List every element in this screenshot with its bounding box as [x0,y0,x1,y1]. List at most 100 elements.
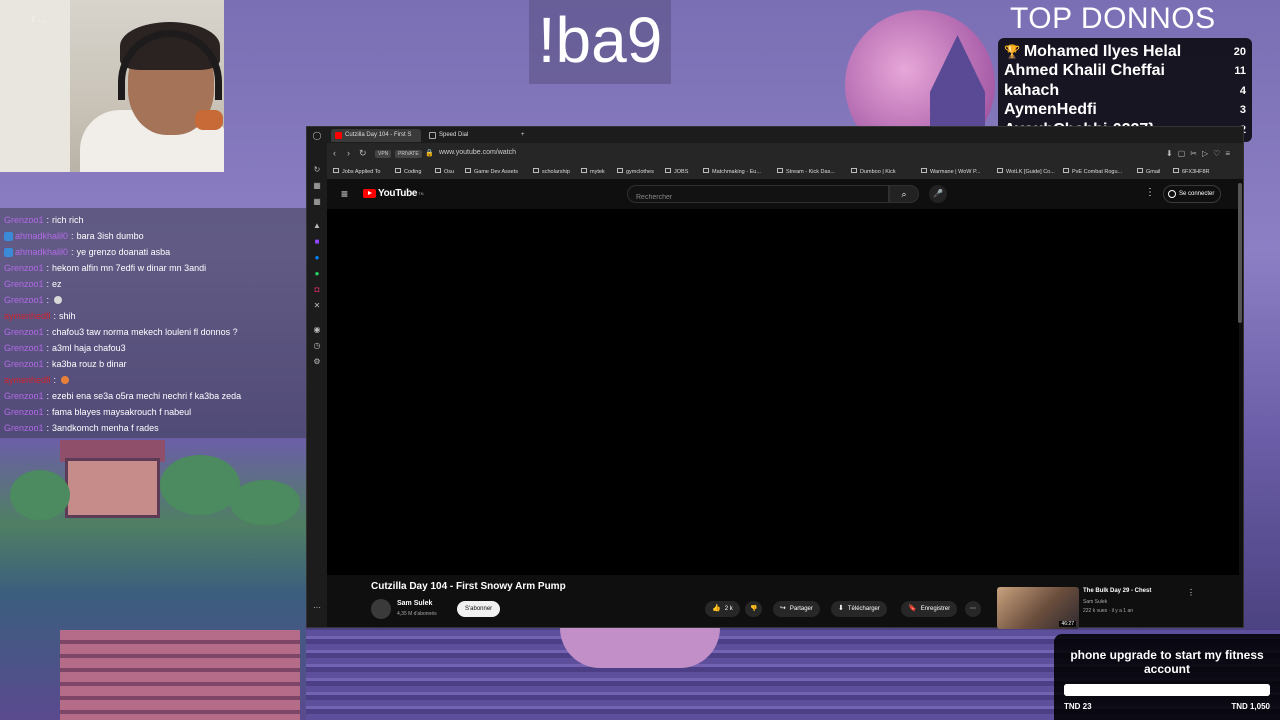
chat-username[interactable]: Grenzoo1 [4,276,44,292]
instagram-icon[interactable]: ◘ [312,285,322,295]
tab-youtube[interactable]: Cutzilla Day 104 - First S [331,129,421,142]
chat-text: hekom alfin mn 7edfi w dinar mn 3andi [52,263,207,273]
menu-icon[interactable]: ≡ [341,187,348,201]
opera-logo-icon[interactable]: ◯ [312,131,322,141]
share-button[interactable]: ↪ Partager [773,601,820,617]
video-title: Cutzilla Day 104 - First Snowy Arm Pump [371,581,566,592]
chat-username[interactable]: Grenzoo1 [4,212,44,228]
bookmark-label: Matchmaking - Eu... [712,169,761,175]
channel-avatar[interactable] [371,599,391,619]
bookmark-item[interactable]: Warmane | WoW P... [921,168,981,175]
search-icon: ⌕ [901,189,907,199]
bookmark-item[interactable]: Dumboo | Kick [851,168,896,175]
chat-username[interactable]: ahmadkhalil0 [15,228,68,244]
signin-button[interactable]: Se connecter [1163,185,1222,203]
bookmark-item[interactable]: mytek [581,168,605,175]
chat-message: Grenzoo1:3andkomch menha f rades [0,420,306,436]
chat-separator: : [46,407,50,417]
bookmark-item[interactable]: Stream - Kick Das... [777,168,835,175]
youtube-logo-tm: TN [418,191,424,196]
save-label: Enregistrer [920,606,951,612]
bookmark-item[interactable]: JOBS [665,168,688,175]
tab-speed-dial[interactable]: Speed Dial [425,129,515,142]
chat-username[interactable]: Grenzoo1 [4,420,44,436]
player-icon[interactable]: ◉ [312,325,322,335]
aria-icon[interactable]: ↻ [312,165,322,175]
workspace-icon[interactable]: ▦ [312,197,322,207]
video-player[interactable] [327,209,1239,575]
more-icon[interactable]: ⋯ [312,603,322,613]
channel-subscribers: 4,35 M d'abonnés [397,611,437,617]
voice-search-button[interactable]: 🎤 [929,185,947,203]
bookmark-item[interactable]: Osu [435,168,454,175]
url-field[interactable]: www.youtube.com/watch [439,149,516,156]
chat-username[interactable]: aymenhedfi [4,372,51,388]
folder-icon [1063,168,1069,173]
more-actions-button[interactable]: ⋯ [965,601,981,617]
chat-username[interactable]: Grenzoo1 [4,324,44,340]
history-icon[interactable]: ◷ [312,341,322,351]
bookmark-item[interactable]: Matchmaking - Eu... [703,168,761,175]
bookmark-item[interactable]: 6FX3HF8R [1173,168,1210,175]
chat-username[interactable]: Grenzoo1 [4,404,44,420]
messenger-icon[interactable]: ● [312,253,322,263]
extension-icons[interactable]: ⬇▢✂▷♡≡ [1166,149,1235,158]
bookmark-item[interactable]: PvE Combat Rogu... [1063,168,1122,175]
channel-name[interactable]: Sam Sulek [397,600,432,607]
youtube-logo[interactable]: YouTube TN [363,188,424,199]
twitch-icon[interactable]: ■ [312,237,322,247]
chat-username[interactable]: Grenzoo1 [4,292,44,308]
search-input[interactable] [628,189,888,206]
chat-username[interactable]: Grenzoo1 [4,340,44,356]
search-button[interactable]: ⌕ [889,185,919,203]
bookmark-item[interactable]: Coding [395,168,421,175]
chat-username[interactable]: ahmadkhalil0 [15,244,68,260]
donnos-title: TOP DONNOS [1010,2,1216,35]
back-icon[interactable]: ‹ [333,148,336,158]
chat-username[interactable]: Grenzoo1 [4,260,44,276]
more-options-icon[interactable]: ⋮ [1145,187,1155,198]
page-scrollbar[interactable] [1238,183,1242,323]
save-button[interactable]: 🔖 Enregistrer [901,601,958,617]
chat-username[interactable]: Grenzoo1 [4,356,44,372]
goal-text: phone upgrade to start my fitness accoun… [1070,648,1264,676]
subscribe-button[interactable]: S'abonner [457,601,501,617]
bookmark-item[interactable]: scholarship [533,168,570,175]
chat-message: Grenzoo1: ez [0,276,306,292]
lock-icon: 🔒 [425,150,434,157]
x-icon[interactable]: ✕ [312,301,322,311]
recommended-title[interactable]: The Bulk Day 29 - Chest [1083,588,1151,594]
chat-username[interactable]: aymenhedfi [4,308,51,324]
chat-separator: : [53,311,57,321]
chat-message: aymenhedfi: shih [0,308,306,324]
whatsapp-icon[interactable]: ● [312,269,322,279]
recommended-more-icon[interactable]: ⋮ [1187,588,1195,597]
background-tree [10,470,70,520]
bookmark-item[interactable]: Jobs Applied To [333,168,380,175]
bookmark-item[interactable]: Gmail [1137,168,1160,175]
chat-message: Grenzoo1: chafou3 taw norma mekech loulen… [0,324,306,340]
vpn-badge[interactable]: VPN [375,150,392,158]
download-button[interactable]: ⬇ Télécharger [831,601,887,617]
bookmark-label: 6FX3HF8R [1182,169,1210,175]
bookmark-item[interactable]: Game Dev Assets [465,168,518,175]
recommended-thumbnail[interactable]: 46:27 [997,587,1079,629]
chat-separator: : [71,247,74,257]
donno-amount: 3 [1239,104,1246,117]
reload-icon[interactable]: ↻ [359,148,367,159]
settings-icon[interactable]: ⚙ [312,357,322,367]
goal-target: TND 1,050 [1231,702,1270,711]
workspace-icon[interactable]: ▦ [312,181,322,191]
bookmark-item[interactable]: WotLK [Guide] Co... [997,168,1055,175]
forward-icon[interactable]: › [347,148,350,158]
folder-icon [997,168,1003,173]
chat-username[interactable]: Grenzoo1 [4,388,44,404]
dislike-button[interactable]: 👎 [745,601,763,617]
ai-icon[interactable]: ▲ [312,221,322,231]
chat-badge-icon [4,247,13,257]
bookmark-item[interactable]: gymclothes [617,168,654,175]
new-tab-button[interactable]: + [517,129,533,142]
like-button[interactable]: 👍 2 k [705,601,740,617]
chat-separator: : [46,263,50,273]
more-horizontal-icon: ⋯ [970,606,976,612]
